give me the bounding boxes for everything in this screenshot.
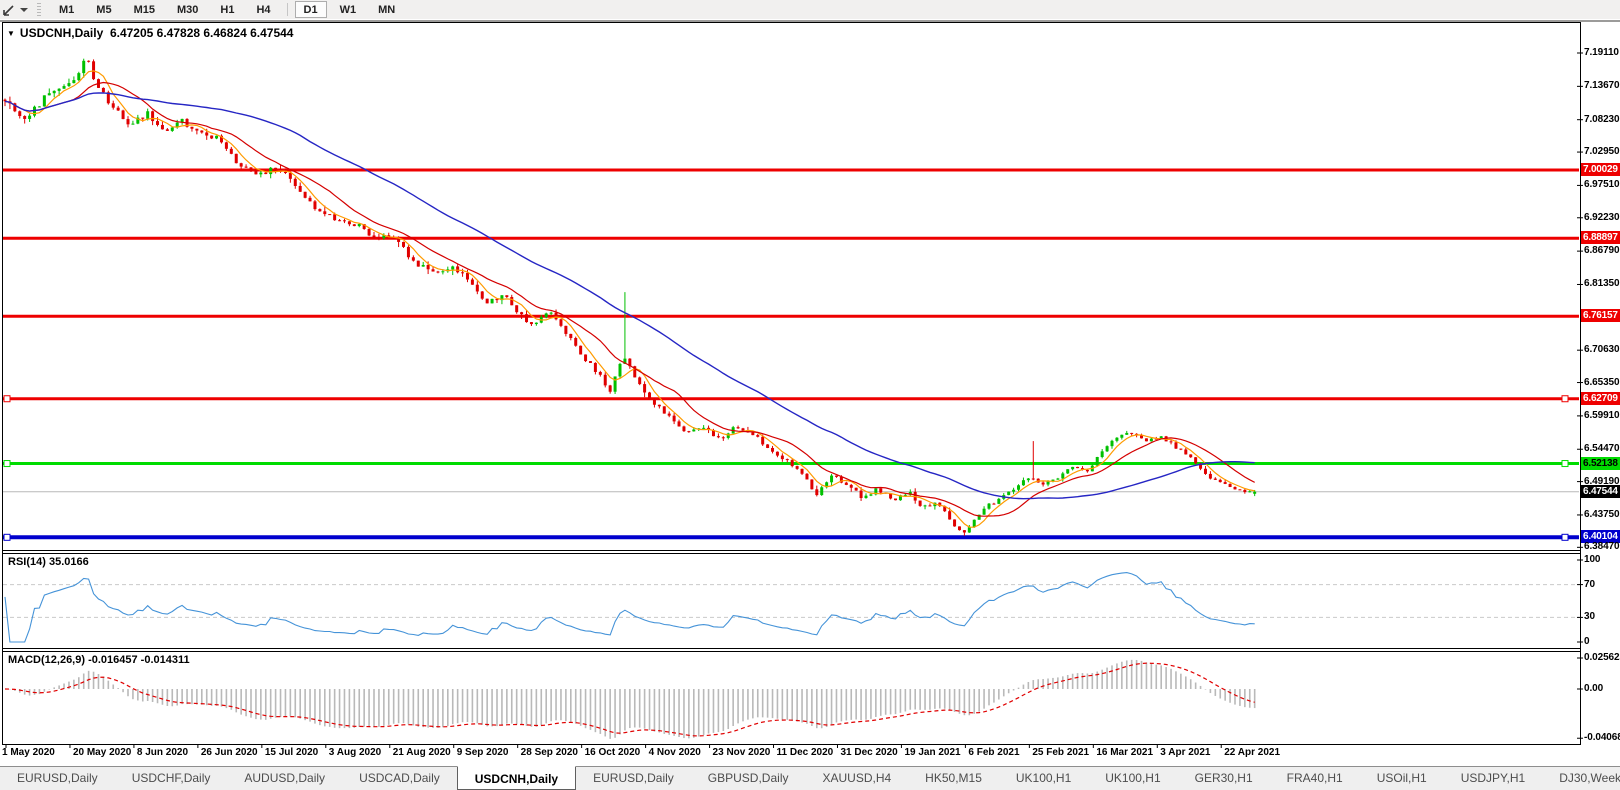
line-handle[interactable] [3,460,11,468]
tab-eurusd-daily[interactable]: EURUSD,Daily [576,767,691,790]
tab-hk50-m15[interactable]: HK50,M15 [908,767,999,790]
line-handle[interactable] [1561,533,1569,541]
tab-dj30-weekly[interactable]: DJ30,Weekly [1542,767,1620,790]
rsi-guide-lines [3,584,1579,618]
horizontal-level-lines[interactable] [3,168,1579,541]
moving-average-line-45 [4,92,1255,500]
timeframe-button-w1[interactable]: W1 [331,1,366,18]
tab-eurusd-daily[interactable]: EURUSD,Daily [0,767,115,790]
price-chart-svg [2,22,1583,748]
rsi-line [4,572,1255,643]
axis-ticks [5,52,1583,748]
timeframe-button-group: M1 M5 M15 M30 H1 H4 D1 W1 MN [48,0,406,19]
toolbar-separator [286,3,288,16]
cursor-arrow-icon [3,4,14,16]
tab-ger30-h1[interactable]: GER30,H1 [1178,767,1270,790]
line-handle[interactable] [3,533,11,541]
chart-tab-bar: EURUSD,Daily USDCHF,Daily AUDUSD,Daily USDC… [0,766,1620,790]
toolbar-divider [0,19,1620,22]
timeframe-button-m1[interactable]: M1 [50,1,83,18]
timeframe-button-m15[interactable]: M15 [125,1,164,18]
chart-frame [2,22,1581,745]
timeframe-button-m30[interactable]: M30 [168,1,207,18]
timeframe-button-h1[interactable]: H1 [211,1,243,18]
timeframe-button-mn[interactable]: MN [369,1,404,18]
timeframe-button-m5[interactable]: M5 [87,1,120,18]
tab-usdjpy-h1[interactable]: USDJPY,H1 [1444,767,1542,790]
tab-uk100-h1[interactable]: UK100,H1 [999,767,1088,790]
line-handle[interactable] [1561,460,1569,468]
tab-xauusd-h4[interactable]: XAUUSD,H4 [805,767,908,790]
tab-audusd-daily[interactable]: AUDUSD,Daily [227,767,342,790]
tab-usdcad-daily[interactable]: USDCAD,Daily [342,767,457,790]
tab-fra40-h1[interactable]: FRA40,H1 [1270,767,1360,790]
tab-usdcnh-daily[interactable]: USDCNH,Daily [456,766,577,790]
tab-gbpusd-daily[interactable]: GBPUSD,Daily [691,767,806,790]
timeframe-button-d1[interactable]: D1 [294,1,327,18]
moving-average-line-13 [4,81,1255,517]
macd-histogram [9,659,1256,739]
line-handle[interactable] [1561,395,1569,403]
moving-average-line-5 [4,70,1255,528]
dropdown-caret-icon[interactable] [20,7,28,12]
toolbar: M1 M5 M15 M30 H1 H4 D1 W1 MN [0,0,1620,19]
line-handle[interactable] [3,395,11,403]
tab-uk100-h1[interactable]: UK100,H1 [1088,767,1177,790]
toolbar-grip-handle[interactable] [37,3,41,16]
cursor-tool-icon[interactable] [0,2,18,18]
timeframe-button-h4[interactable]: H4 [247,1,279,18]
tab-usdchf-daily[interactable]: USDCHF,Daily [115,767,228,790]
tab-usoil-h1[interactable]: USOil,H1 [1360,767,1444,790]
